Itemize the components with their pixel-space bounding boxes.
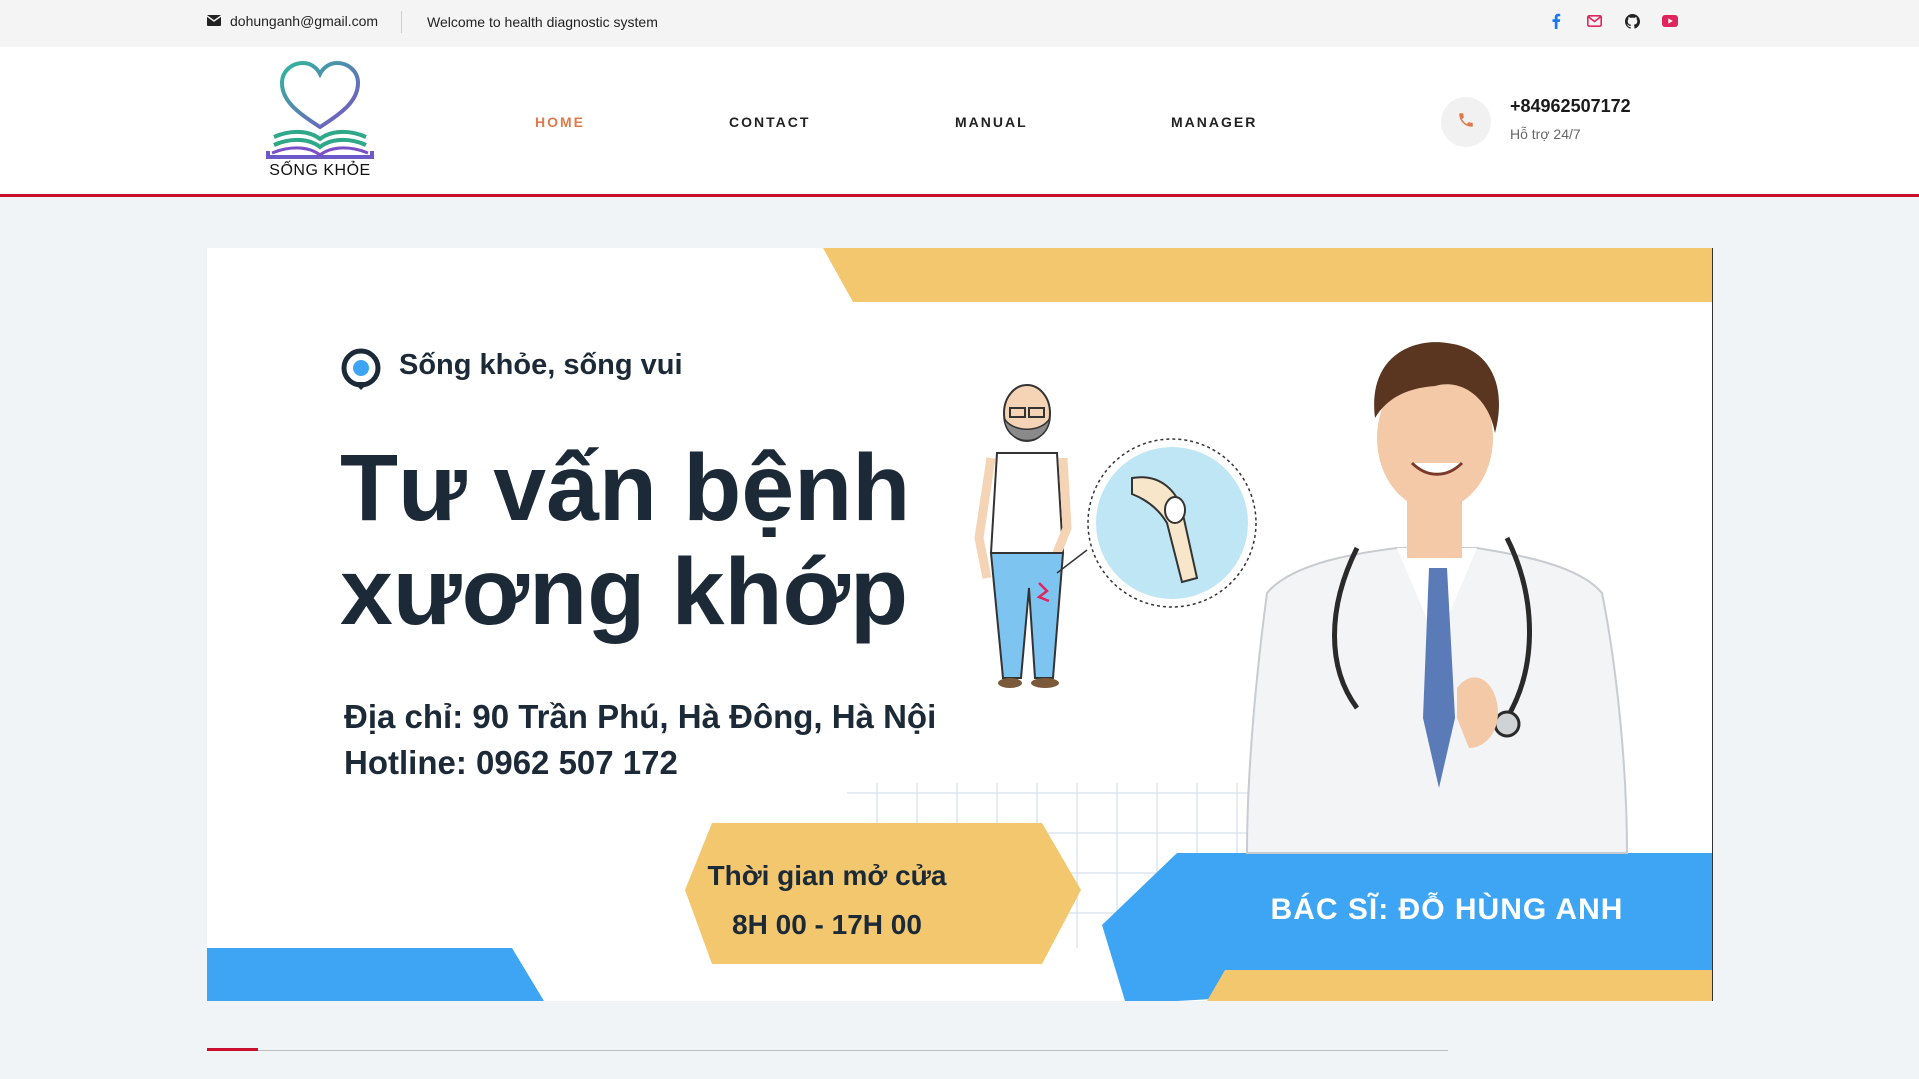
section-divider-accent bbox=[207, 1048, 258, 1051]
nav-contact[interactable]: CONTACT bbox=[729, 114, 810, 130]
youtube-icon[interactable] bbox=[1661, 12, 1679, 30]
banner-title-line2: xương khớp bbox=[340, 539, 909, 645]
old-man-illustration bbox=[974, 384, 1257, 688]
banner-title-line1: Tư vấn bệnh bbox=[340, 435, 911, 541]
support-text: Hỗ trợ 24/7 bbox=[1510, 126, 1581, 142]
hero-banner: Sống khỏe, sống vui Tư vấn bệnh xương kh… bbox=[207, 248, 1713, 1001]
doctor-illustration bbox=[1245, 342, 1629, 854]
welcome-text: Welcome to health diagnostic system bbox=[427, 14, 658, 30]
github-icon[interactable] bbox=[1623, 12, 1641, 30]
opening-hours-title: Thời gian mở cửa bbox=[707, 860, 947, 891]
banner-address: Địa chỉ: 90 Trần Phú, Hà Đông, Hà Nội bbox=[344, 698, 937, 735]
phone-number: +84962507172 bbox=[1510, 96, 1631, 116]
nav-manager[interactable]: MANAGER bbox=[1171, 114, 1257, 130]
banner-hotline: Hotline: 0962 507 172 bbox=[344, 744, 678, 781]
nav-manual[interactable]: MANUAL bbox=[955, 114, 1028, 130]
opening-hours-value: 8H 00 - 17H 00 bbox=[732, 909, 922, 940]
heart-book-logo-icon bbox=[266, 60, 374, 159]
nav-home[interactable]: HOME bbox=[535, 114, 585, 130]
site-header: SỐNG KHỎE HOME CONTACT MANUAL MANAGER +8… bbox=[0, 47, 1919, 197]
phone-button[interactable] bbox=[1441, 97, 1491, 147]
social-links bbox=[1547, 12, 1679, 30]
contact-email[interactable]: dohunganh@gmail.com bbox=[206, 13, 379, 29]
banner-title: Tư vấn bệnh xương khớp bbox=[340, 436, 910, 644]
logo-text: SỐNG KHỎE bbox=[269, 162, 371, 179]
section-divider bbox=[207, 1050, 1448, 1051]
phone-icon bbox=[1457, 111, 1475, 134]
site-logo[interactable]: SỐNG KHỎE bbox=[258, 59, 382, 184]
topbar-divider bbox=[401, 11, 402, 33]
facebook-icon[interactable] bbox=[1547, 12, 1565, 30]
mail-icon[interactable] bbox=[1585, 12, 1603, 30]
contact-email-text: dohunganh@gmail.com bbox=[230, 13, 379, 29]
banner-tagline: Sống khỏe, sống vui bbox=[399, 349, 683, 381]
top-bar: dohunganh@gmail.com Welcome to health di… bbox=[0, 0, 1919, 47]
doctor-name: BÁC SĨ: ĐỖ HÙNG ANH bbox=[1270, 893, 1624, 926]
envelope-icon bbox=[206, 13, 222, 29]
